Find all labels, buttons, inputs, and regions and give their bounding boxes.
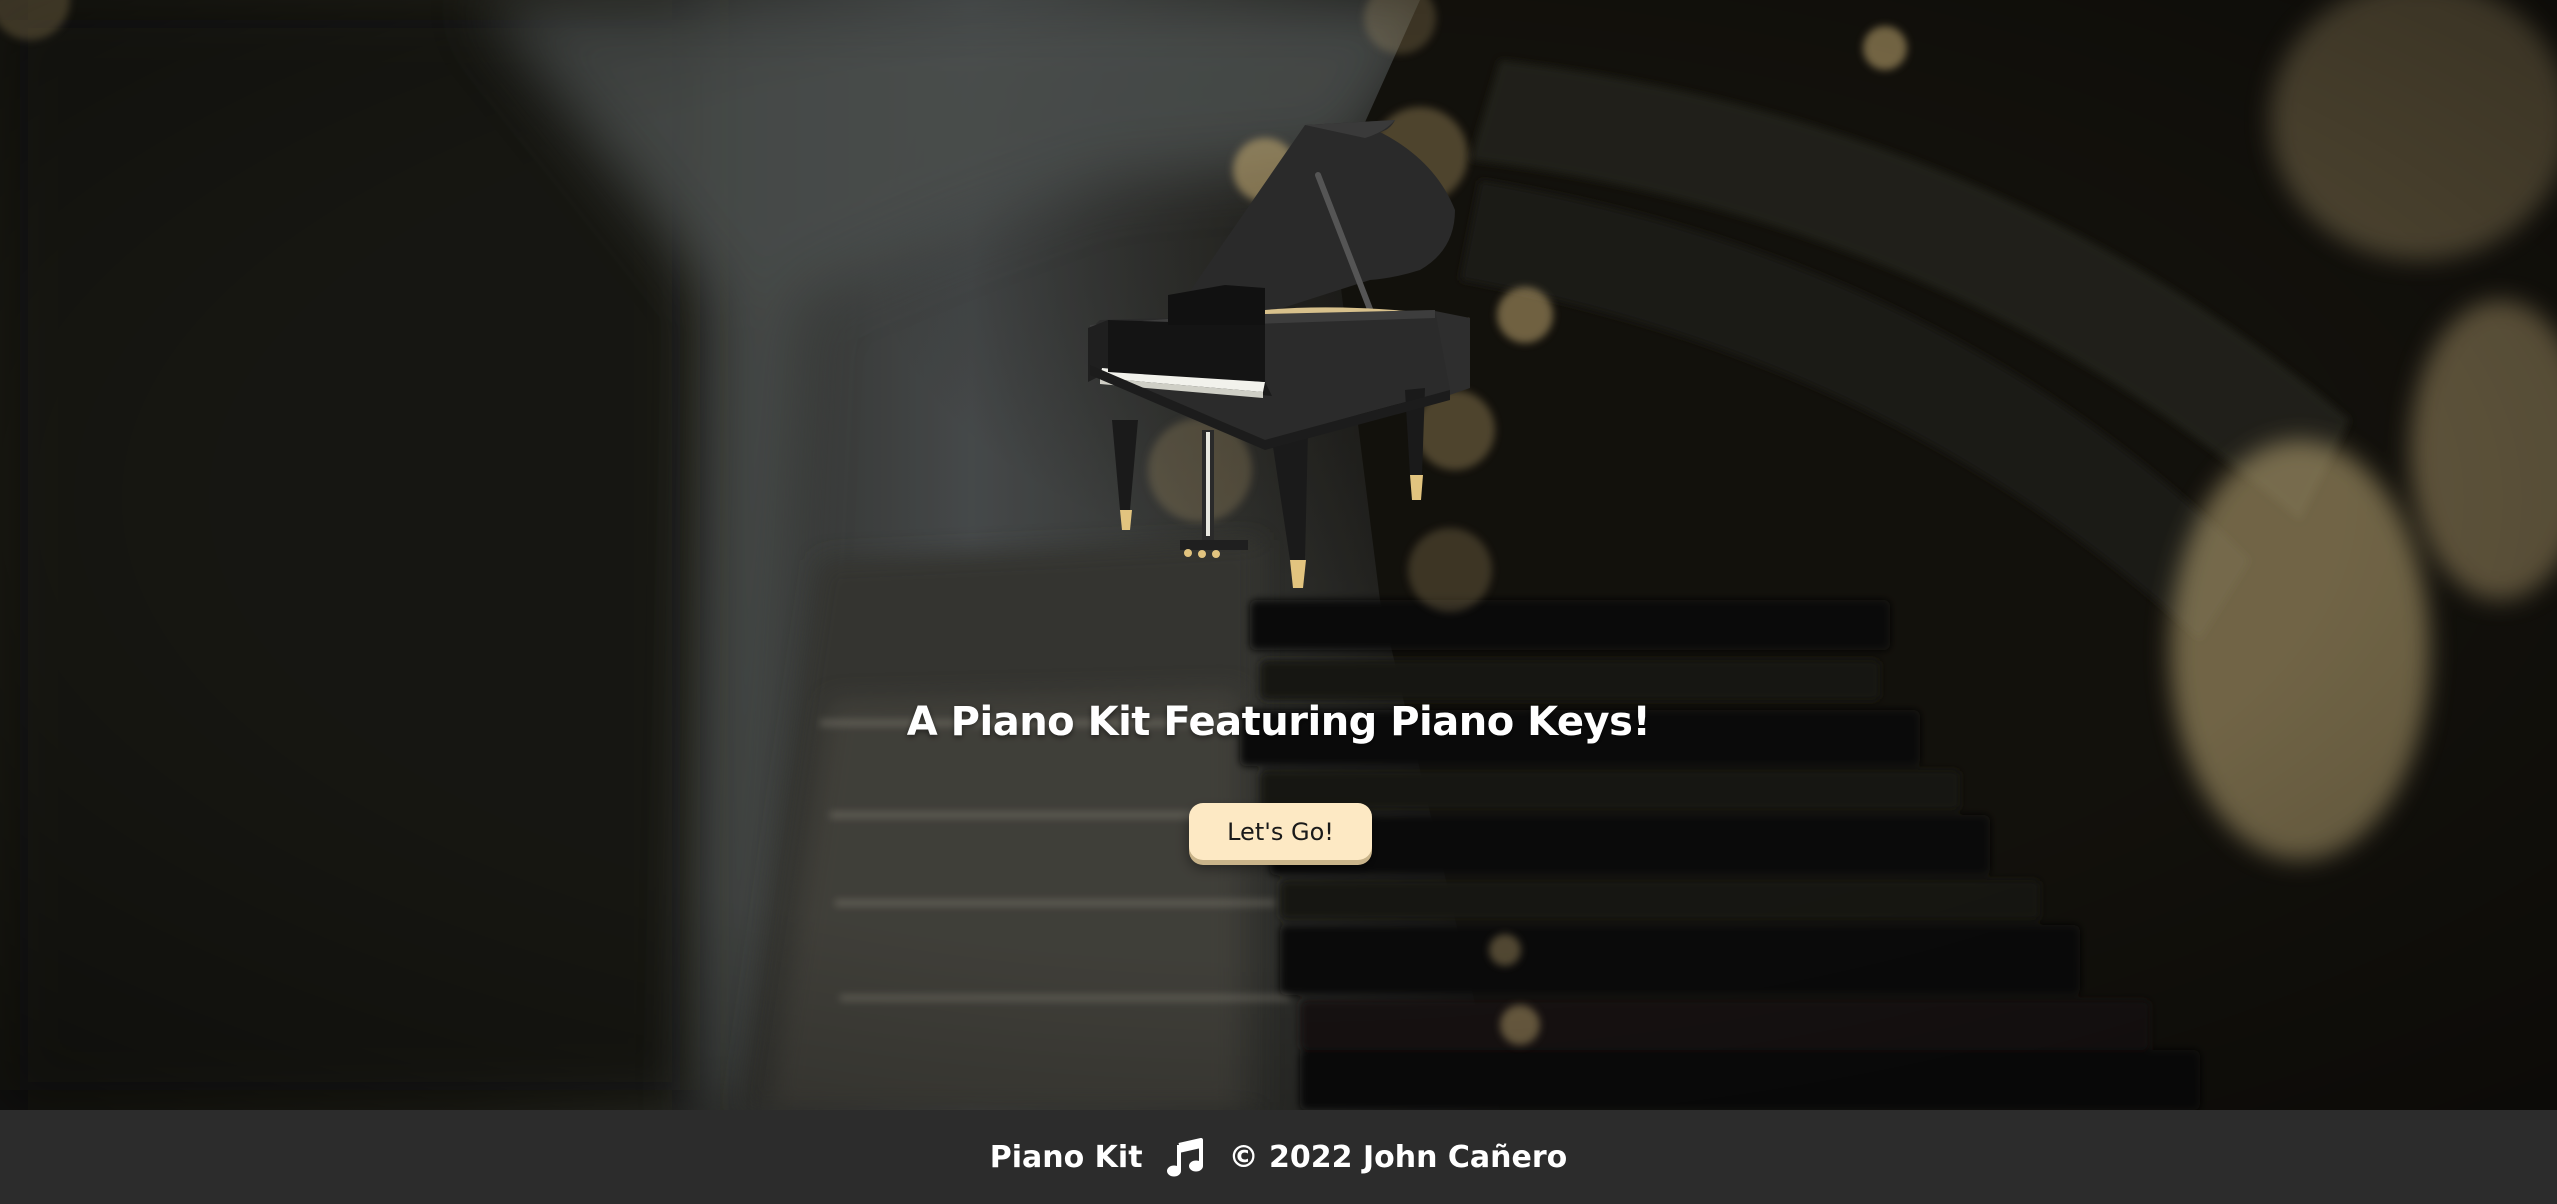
footer-copyright: © 2022 John Cañero: [1228, 1139, 1568, 1175]
hero-title: A Piano Kit Featuring Piano Keys!: [906, 698, 1651, 745]
footer-brand: Piano Kit: [989, 1139, 1143, 1175]
hero-section: A Piano Kit Featuring Piano Keys! Let's …: [0, 0, 2557, 1110]
grand-piano-illustration: [1088, 120, 1470, 588]
page: A Piano Kit Featuring Piano Keys! Let's …: [0, 0, 2557, 1204]
music-note-icon: [1166, 1138, 1203, 1177]
lets-go-button[interactable]: Let's Go!: [1189, 803, 1372, 860]
footer: Piano Kit © 2022 John Cañero: [0, 1110, 2557, 1204]
